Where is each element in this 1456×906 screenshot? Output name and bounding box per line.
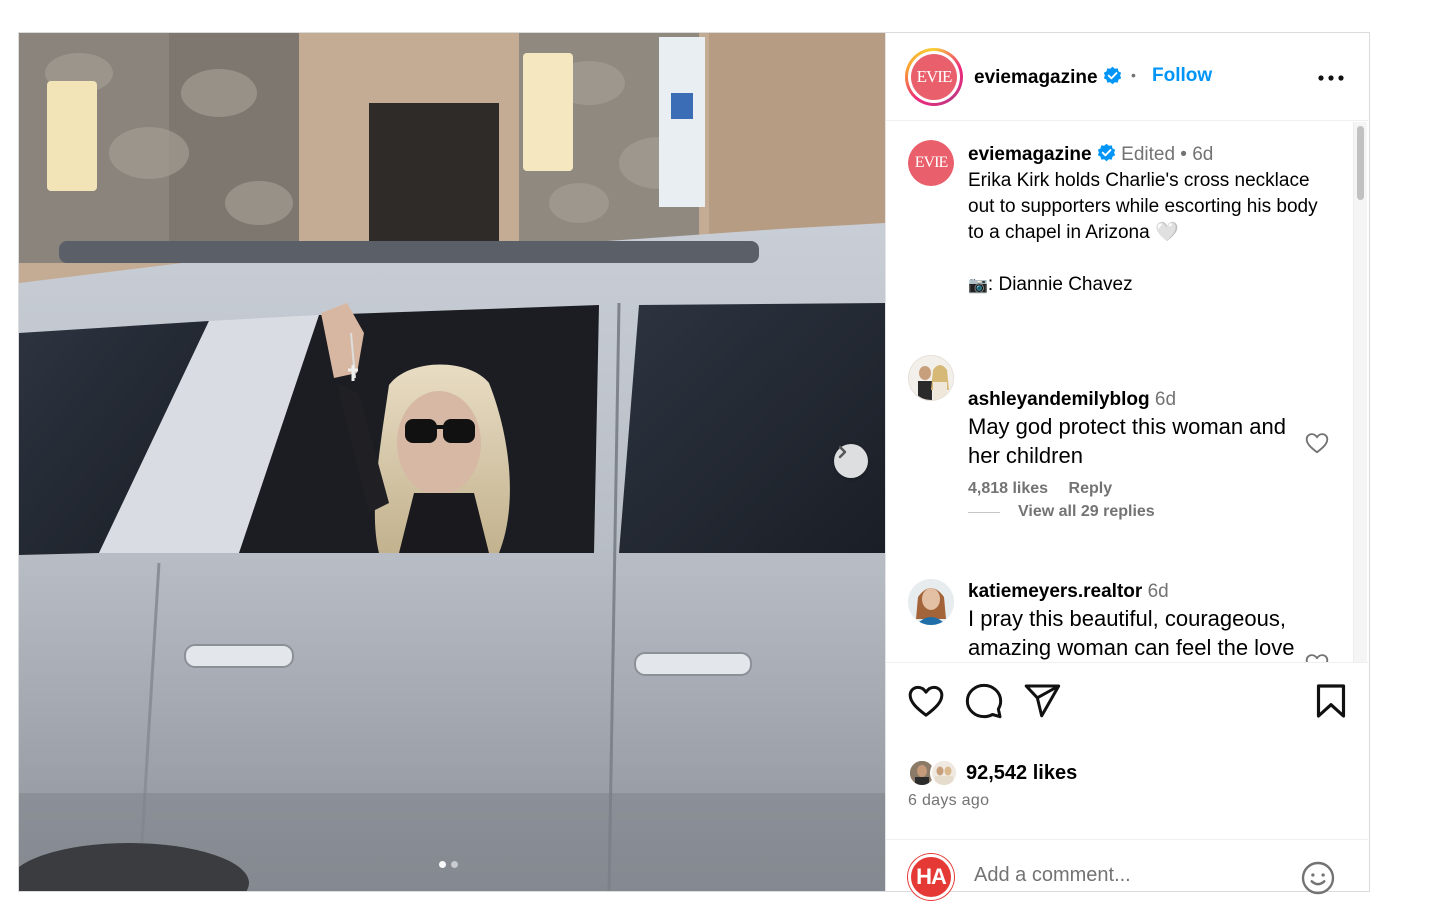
comment: katiemeyers.realtor 6d I pray this beaut… xyxy=(968,580,1308,662)
more-horizontal-icon xyxy=(1318,75,1344,81)
more-options-button[interactable] xyxy=(1316,63,1346,93)
wall-lamp-left xyxy=(47,81,97,191)
caption-username[interactable]: eviemagazine xyxy=(968,144,1092,165)
comment-username[interactable]: ashleyandemilyblog xyxy=(968,389,1150,410)
post-actions: 92,542 likes 6 days ago HA xyxy=(886,662,1371,900)
current-user-avatar: HA xyxy=(908,854,954,900)
comments-section[interactable]: EVIE eviemagazine Edited • 6d Erika Kirk… xyxy=(886,122,1371,662)
post-photo[interactable] xyxy=(19,33,885,891)
front-door-handle xyxy=(634,652,752,676)
comment-text: May god protect this woman and her child… xyxy=(968,414,1286,468)
roof-rack xyxy=(59,241,759,263)
comments-scrollbar[interactable] xyxy=(1353,122,1367,662)
comment-input[interactable] xyxy=(974,864,1274,887)
comment-text: I pray this beautiful, courageous, amazi… xyxy=(968,606,1295,660)
person-face xyxy=(397,391,481,495)
comment-username[interactable]: katiemeyers.realtor xyxy=(968,581,1142,602)
wall-lamp-right xyxy=(523,53,573,171)
evie-logo: EVIE xyxy=(908,140,954,186)
bookmark-icon xyxy=(1316,684,1346,718)
comment-actions: 4,818 likes Reply xyxy=(968,480,1308,498)
view-replies-label: View all 29 replies xyxy=(1018,503,1155,520)
like-comment-button[interactable] xyxy=(1304,430,1330,456)
photo-scene xyxy=(19,33,885,891)
likes-count[interactable]: 92,542 likes xyxy=(966,762,1077,785)
chevron-right-icon xyxy=(838,445,847,459)
edited-label: Edited xyxy=(1121,144,1176,165)
comment: ashleyandemilyblog 6d May god protect th… xyxy=(968,388,1308,498)
doorway xyxy=(369,103,499,253)
commenter-avatar[interactable] xyxy=(908,355,954,401)
author-username-row: eviemagazine xyxy=(974,66,1122,89)
comment-icon xyxy=(965,683,1003,719)
comment-likes[interactable]: 4,818 likes xyxy=(968,480,1048,497)
comment-button[interactable] xyxy=(964,681,1004,721)
reply-button[interactable]: Reply xyxy=(1069,480,1113,497)
caption-header: eviemagazine Edited • 6d xyxy=(968,142,1338,168)
camera-emoji: 📷 xyxy=(968,277,988,294)
liker-avatars xyxy=(908,759,964,787)
carousel-dot xyxy=(451,861,458,868)
commenter-photo xyxy=(909,356,953,400)
follow-button[interactable]: Follow xyxy=(1152,65,1212,87)
rear-door-handle xyxy=(184,644,294,668)
like-button[interactable] xyxy=(906,681,946,721)
scrollbar-thumb[interactable] xyxy=(1357,126,1364,200)
photo-credit-text: : Diannie Chavez xyxy=(987,274,1133,295)
caption-dot: • xyxy=(1180,144,1187,165)
emoji-picker-button[interactable] xyxy=(1300,860,1336,896)
view-replies-button[interactable]: View all 29 replies xyxy=(968,503,1155,521)
like-comment-button[interactable] xyxy=(1304,651,1330,662)
header-separator: • xyxy=(1131,67,1136,83)
heart-icon xyxy=(1305,433,1329,454)
add-comment-bar: HA xyxy=(886,839,1371,900)
comment-header: katiemeyers.realtor 6d xyxy=(968,580,1308,604)
caption-avatar[interactable]: EVIE xyxy=(908,140,954,186)
heart-icon xyxy=(908,685,944,717)
likes-row: 92,542 likes xyxy=(908,759,1077,787)
send-icon xyxy=(1024,684,1061,718)
commenter-photo xyxy=(908,579,954,625)
comment-age: 6d xyxy=(1154,389,1177,410)
carousel-dots xyxy=(439,861,458,868)
save-button[interactable] xyxy=(1311,681,1351,721)
post-time-ago: 6 days ago xyxy=(908,792,990,809)
liker-avatar[interactable] xyxy=(930,759,958,787)
verified-badge-icon xyxy=(1103,66,1122,85)
heart-icon xyxy=(1305,654,1329,662)
comment-age: 6d xyxy=(1147,581,1169,602)
post-side-panel: EVIE eviemagazine • Follow EVIE eviemaga… xyxy=(885,33,1371,900)
share-button[interactable] xyxy=(1022,681,1062,721)
evie-logo: EVIE xyxy=(911,54,957,100)
front-window xyxy=(619,303,885,553)
caption-text: Erika Kirk holds Charlie's cross necklac… xyxy=(968,170,1318,243)
photo-credit: 📷: Diannie Chavez xyxy=(968,272,1338,299)
smiley-icon xyxy=(1301,861,1335,895)
post-caption: eviemagazine Edited • 6d Erika Kirk hold… xyxy=(968,142,1338,299)
parking-sign xyxy=(659,37,705,207)
carousel-dot xyxy=(439,861,446,868)
next-photo-button[interactable] xyxy=(834,444,868,478)
instagram-post: EVIE eviemagazine • Follow EVIE eviemaga… xyxy=(18,32,1371,900)
author-avatar[interactable]: EVIE xyxy=(905,48,963,106)
post-header: EVIE eviemagazine • Follow xyxy=(886,33,1371,121)
comment-header: ashleyandemilyblog 6d xyxy=(968,388,1308,412)
caption-age: 6d xyxy=(1192,144,1214,165)
verified-badge-icon xyxy=(1097,143,1116,162)
commenter-avatar[interactable] xyxy=(908,579,954,625)
author-username[interactable]: eviemagazine xyxy=(974,67,1098,88)
